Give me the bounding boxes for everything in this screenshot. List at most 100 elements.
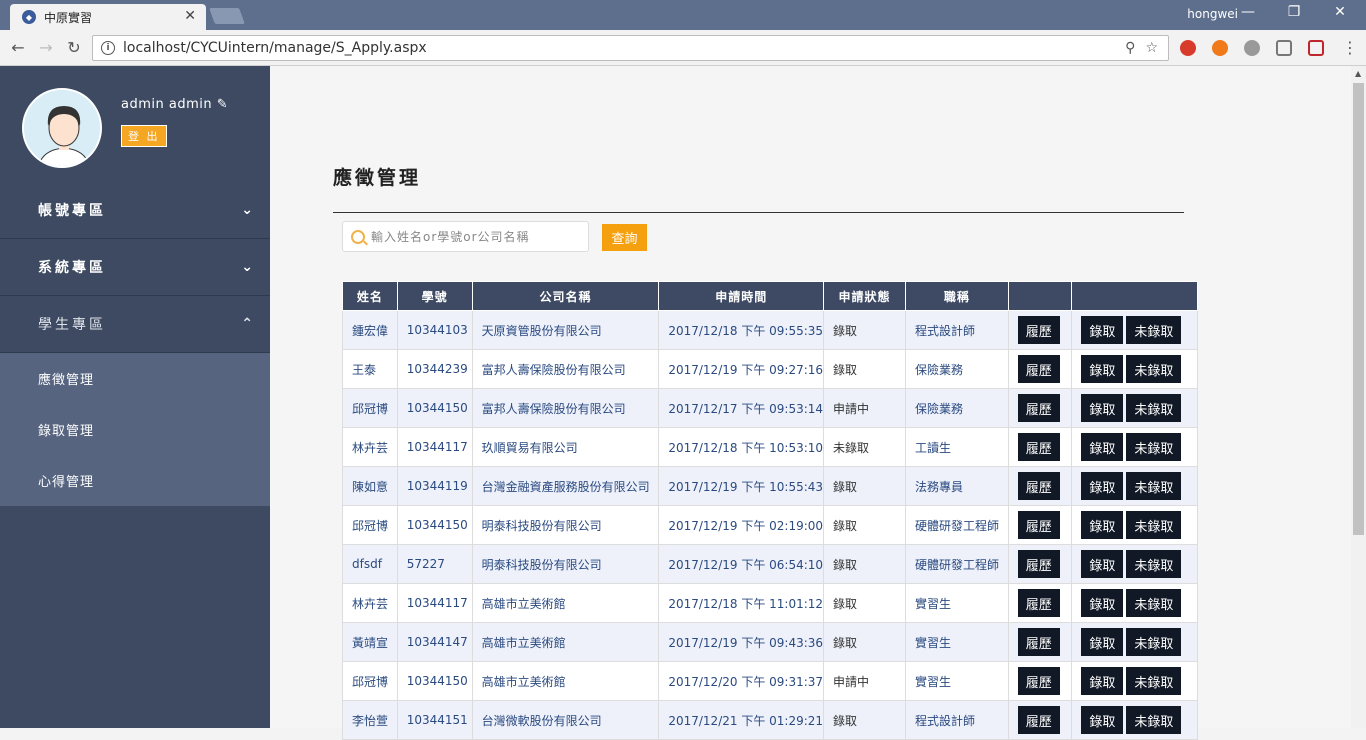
accept-button[interactable]: 錄取 [1081, 433, 1124, 461]
restore-icon[interactable]: ❐ [1284, 4, 1304, 20]
accept-button[interactable]: 錄取 [1081, 667, 1124, 695]
reject-button[interactable]: 未錄取 [1126, 667, 1182, 695]
cell-resume: 履歷 [1007, 466, 1073, 506]
cell-name: dfsdf [342, 544, 398, 584]
accept-button[interactable]: 錄取 [1081, 589, 1124, 617]
forward-icon[interactable]: → [36, 38, 56, 57]
menu-student[interactable]: 學生專區 ⌃ [0, 296, 270, 353]
edit-pencil-icon[interactable]: ✎ [217, 97, 228, 112]
resume-button[interactable]: 履歷 [1017, 394, 1060, 422]
reject-button[interactable]: 未錄取 [1126, 472, 1182, 500]
column-header [1071, 281, 1198, 311]
resume-button[interactable]: 履歷 [1017, 472, 1060, 500]
cell-student-id: 10344117 [396, 427, 473, 467]
table-row: 王泰 10344239 富邦人壽保險股份有限公司 2017/12/19 下午 09:2… [342, 349, 1198, 389]
bookmark-star-icon[interactable]: ☆ [1145, 40, 1158, 56]
resume-button[interactable]: 履歷 [1017, 706, 1060, 734]
extension-shield-icon[interactable] [1180, 40, 1196, 56]
cell-company: 明泰科技股份有限公司 [471, 544, 660, 584]
reject-button[interactable]: 未錄取 [1126, 355, 1182, 383]
cell-student-id: 10344239 [396, 349, 473, 389]
cell-apply-time: 2017/12/20 下午 09:31:37 [658, 661, 825, 701]
cell-apply-time: 2017/12/17 下午 09:53:14 [658, 388, 825, 428]
reject-button[interactable]: 未錄取 [1126, 316, 1182, 344]
menu-dots-icon[interactable]: ⋮ [1340, 38, 1360, 57]
extension-square-icon[interactable] [1276, 40, 1292, 56]
accept-button[interactable]: 錄取 [1081, 316, 1124, 344]
cell-job-title: 實習生 [905, 661, 1009, 701]
table-row: dfsdf 57227 明泰科技股份有限公司 2017/12/19 下午 06:54:… [342, 544, 1198, 584]
zoom-icon[interactable]: ⚲ [1125, 40, 1135, 56]
extension-circle-icon[interactable] [1244, 40, 1260, 56]
info-icon[interactable]: i [101, 41, 115, 55]
menu-system[interactable]: 系統專區 ⌄ [0, 239, 270, 296]
url-field[interactable]: i localhost/CYCUintern/manage/S_Apply.as… [92, 35, 1169, 61]
divider [333, 212, 1184, 213]
reject-button[interactable]: 未錄取 [1126, 511, 1182, 539]
logout-button[interactable]: 登 出 [121, 125, 167, 147]
cell-apply-time: 2017/12/19 下午 10:55:43 [658, 466, 825, 506]
resume-button[interactable]: 履歷 [1017, 511, 1060, 539]
reload-icon[interactable]: ↻ [64, 38, 84, 57]
table-row: 陳如意 10344119 台灣金融資產服務股份有限公司 2017/12/19 下午 1… [342, 466, 1198, 506]
resume-button[interactable]: 履歷 [1017, 550, 1060, 578]
resume-button[interactable]: 履歷 [1017, 433, 1060, 461]
cell-apply-time: 2017/12/21 下午 01:29:21 [658, 700, 825, 740]
page-title: 應徵管理 [333, 167, 422, 189]
cell-company: 天原資管股份有限公司 [471, 310, 660, 350]
cell-student-id: 10344147 [396, 622, 473, 662]
reject-button[interactable]: 未錄取 [1126, 706, 1182, 734]
resume-button[interactable]: 履歷 [1017, 355, 1060, 383]
resume-button[interactable]: 履歷 [1017, 316, 1060, 344]
cell-resume: 履歷 [1007, 661, 1073, 701]
resume-button[interactable]: 履歷 [1017, 667, 1060, 695]
profile-name[interactable]: hongwei [1187, 7, 1238, 21]
submenu-admission[interactable]: 錄取管理 [0, 404, 270, 455]
accept-button[interactable]: 錄取 [1081, 355, 1124, 383]
accept-button[interactable]: 錄取 [1081, 706, 1124, 734]
reject-button[interactable]: 未錄取 [1126, 628, 1182, 656]
accept-button[interactable]: 錄取 [1081, 628, 1124, 656]
reject-button[interactable]: 未錄取 [1126, 394, 1182, 422]
user-name[interactable]: admin admin ✎ [121, 97, 228, 112]
site-favicon-icon: ◆ [22, 10, 36, 24]
reject-button[interactable]: 未錄取 [1126, 550, 1182, 578]
search-input[interactable] [371, 229, 571, 244]
cell-job-title: 保險業務 [905, 388, 1009, 428]
url-text[interactable]: localhost/CYCUintern/manage/S_Apply.aspx [123, 40, 1125, 56]
accept-button[interactable]: 錄取 [1081, 511, 1124, 539]
close-tab-icon[interactable]: ✕ [184, 8, 196, 24]
minimize-icon[interactable]: — [1238, 4, 1258, 20]
submenu-experience[interactable]: 心得管理 [0, 455, 270, 506]
scrollbar-thumb[interactable] [1353, 83, 1364, 535]
address-bar: ← → ↻ i localhost/CYCUintern/manage/S_Ap… [0, 30, 1366, 66]
query-button[interactable]: 查詢 [602, 224, 647, 251]
resume-button[interactable]: 履歷 [1017, 628, 1060, 656]
extension-play-icon[interactable] [1308, 40, 1324, 56]
cell-resume: 履歷 [1007, 622, 1073, 662]
extension-fire-icon[interactable] [1212, 40, 1228, 56]
scrollbar[interactable]: ▲ [1351, 66, 1366, 728]
back-icon[interactable]: ← [8, 38, 28, 57]
column-header: 申請時間 [658, 281, 825, 311]
reject-button[interactable]: 未錄取 [1126, 589, 1182, 617]
reject-button[interactable]: 未錄取 [1126, 433, 1182, 461]
search-icon [351, 229, 365, 244]
scroll-up-icon[interactable]: ▲ [1355, 69, 1361, 78]
search-box[interactable] [342, 221, 589, 252]
column-header: 公司名稱 [471, 281, 660, 311]
submenu-apply[interactable]: 應徵管理 [0, 353, 270, 404]
accept-button[interactable]: 錄取 [1081, 394, 1124, 422]
new-tab-button[interactable] [209, 8, 245, 24]
cell-job-title: 程式設計師 [905, 310, 1009, 350]
browser-tab[interactable]: ◆ 中原實習 ✕ [10, 4, 206, 30]
accept-button[interactable]: 錄取 [1081, 472, 1124, 500]
menu-account[interactable]: 帳號專區 ⌄ [0, 182, 270, 239]
accept-button[interactable]: 錄取 [1081, 550, 1124, 578]
table-body: 鍾宏偉 10344103 天原資管股份有限公司 2017/12/18 下午 09:55… [342, 310, 1198, 740]
resume-button[interactable]: 履歷 [1017, 589, 1060, 617]
close-window-icon[interactable]: ✕ [1330, 4, 1350, 20]
cell-name: 鍾宏偉 [342, 310, 398, 350]
cell-apply-time: 2017/12/18 下午 11:01:12 [658, 583, 825, 623]
table-header: 姓名 學號 公司名稱 申請時間 申請狀態 職稱 [342, 281, 1198, 311]
